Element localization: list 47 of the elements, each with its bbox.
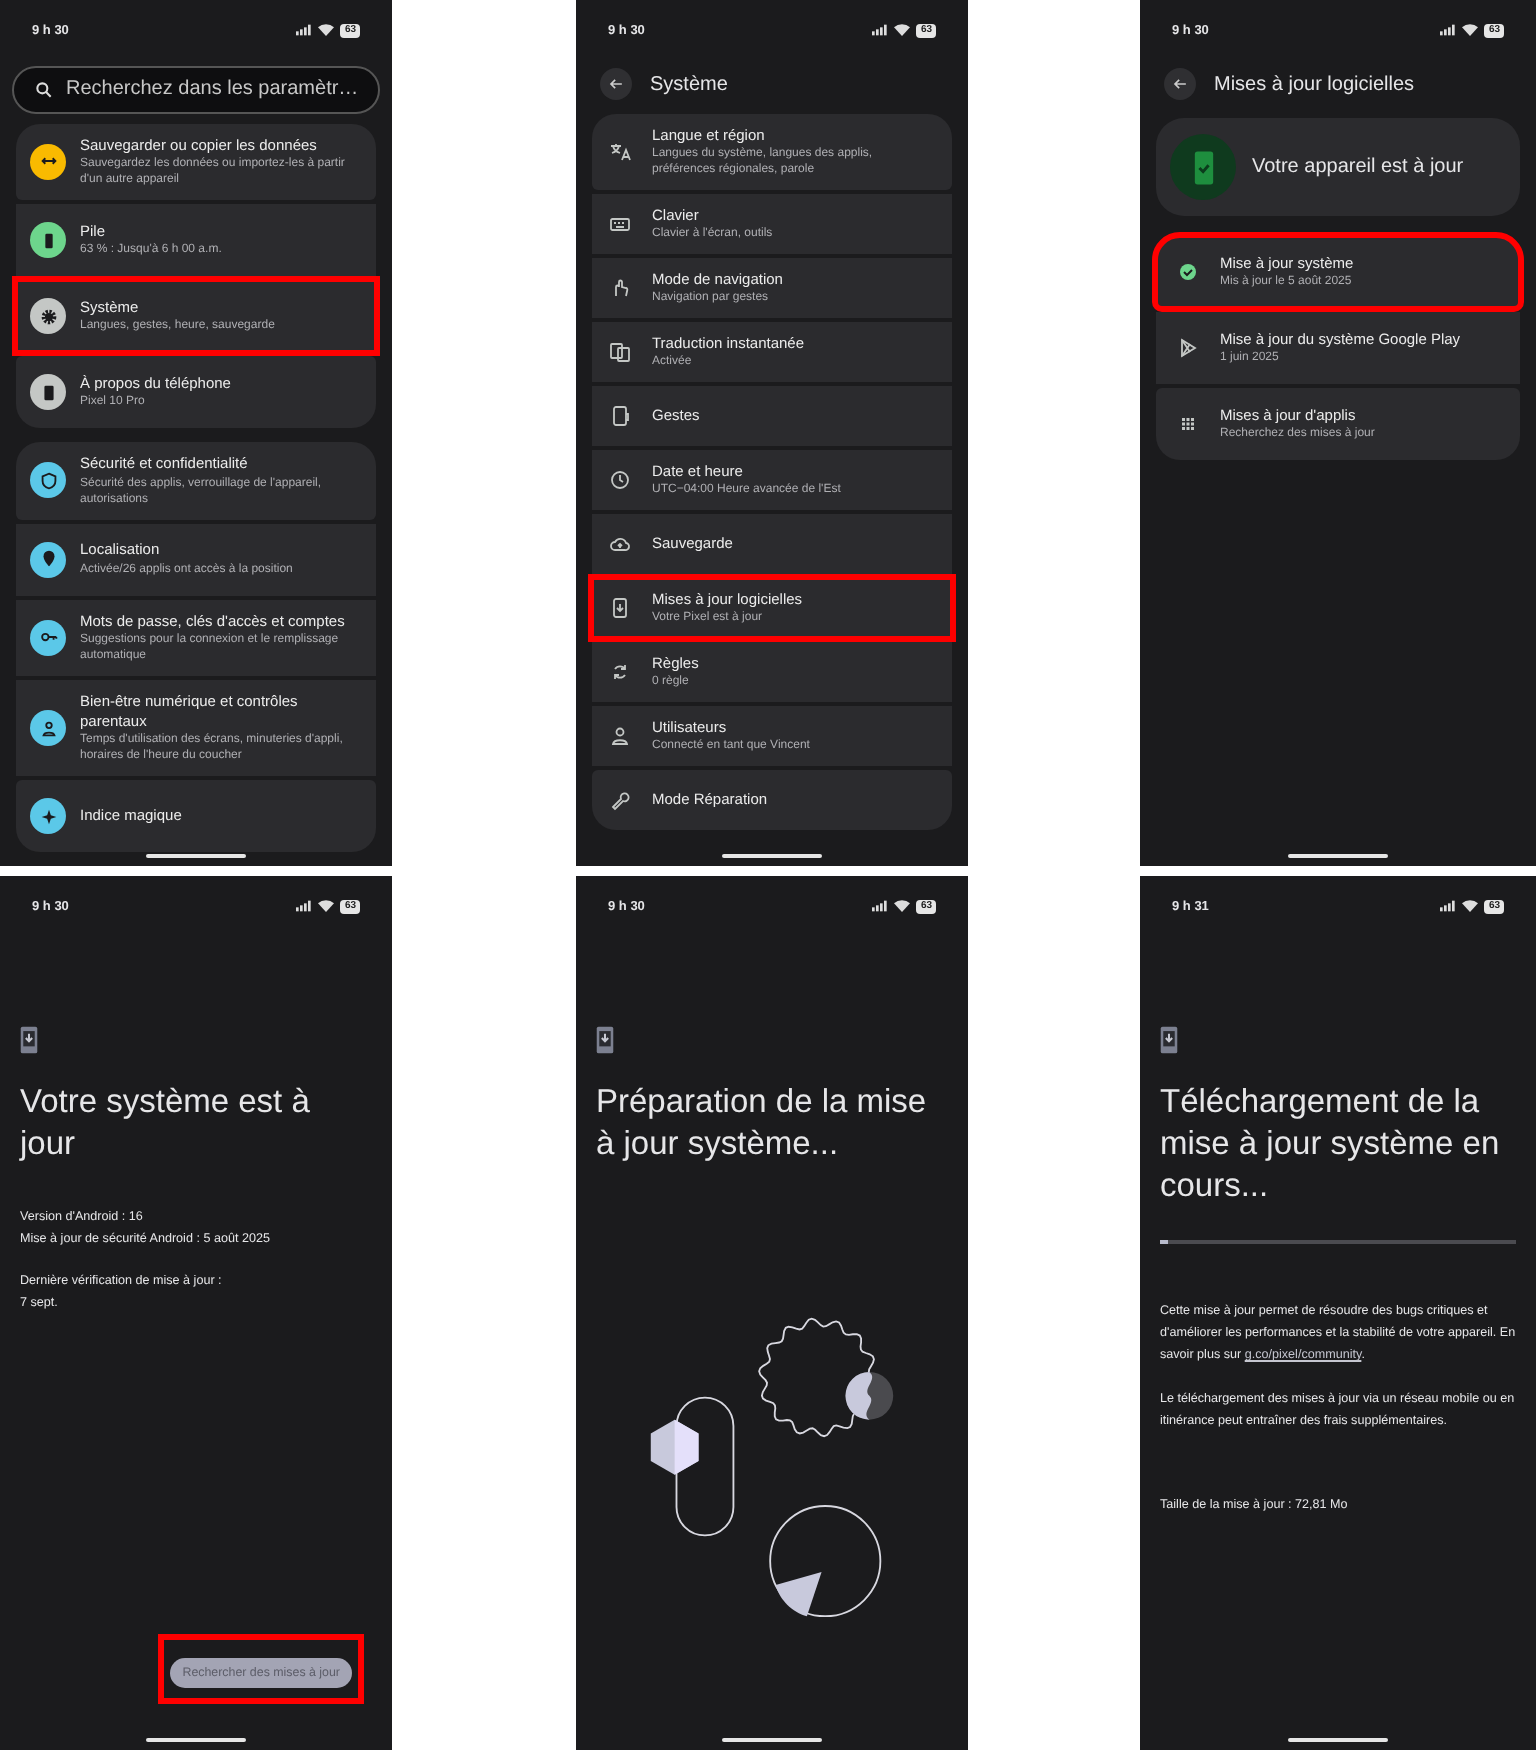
back-arrow-icon [606,74,626,94]
screen-title: Téléchargement de la mise à jour système en cours... [1160,1082,1502,1208]
wifi-icon [318,24,335,36]
phone-icon [608,404,632,428]
status-text: Votre appareil est à jour [1252,156,1464,178]
cloud-icon [608,532,632,556]
wrench-icon [608,788,632,812]
page-title: Mises à jour logicielles [1214,73,1415,95]
person-icon [608,724,632,748]
phone-check-icon [1170,134,1236,200]
signal-icon [872,24,889,36]
back-arrow-icon [1170,74,1190,94]
gesture-bar[interactable] [722,853,822,858]
wifi-icon [318,900,335,912]
screen-title: Votre système est à jour [20,1082,312,1166]
gesture-bar[interactable] [146,853,246,858]
back-button[interactable] [1164,68,1196,100]
signal-icon [1440,24,1457,36]
search-field[interactable]: Recherchez dans les paramètr… [12,66,380,113]
phone-download-icon [596,1026,614,1054]
page-title: Système [650,73,728,95]
signal-icon [296,24,313,36]
clock-icon [608,468,632,492]
keyboard-icon [608,212,632,236]
gesture-bar[interactable] [722,1737,822,1742]
back-button[interactable] [600,68,632,100]
wifi-icon [894,24,911,36]
phone-download-icon [1160,1026,1178,1054]
gesture-bar[interactable] [146,1737,246,1742]
rules-icon [608,660,632,684]
wifi-icon [1462,24,1479,36]
gesture-bar[interactable] [1288,1737,1388,1742]
signal-icon [1440,900,1457,912]
phone-download-icon [608,596,632,620]
check-circle-icon [1176,260,1200,284]
wifi-icon [894,900,911,912]
search-icon [34,79,54,100]
translate-icon [608,140,632,164]
signal-icon [296,900,313,912]
gesture-bar[interactable] [1288,853,1388,858]
phone-download-icon [20,1026,38,1054]
grid-icon [1176,412,1200,436]
translate-document-icon [608,340,632,364]
play-triangle-icon [1176,336,1200,360]
signal-icon [872,900,889,912]
wifi-icon [1462,900,1479,912]
screen-title: Préparation de la mise à jour système... [596,1082,929,1166]
